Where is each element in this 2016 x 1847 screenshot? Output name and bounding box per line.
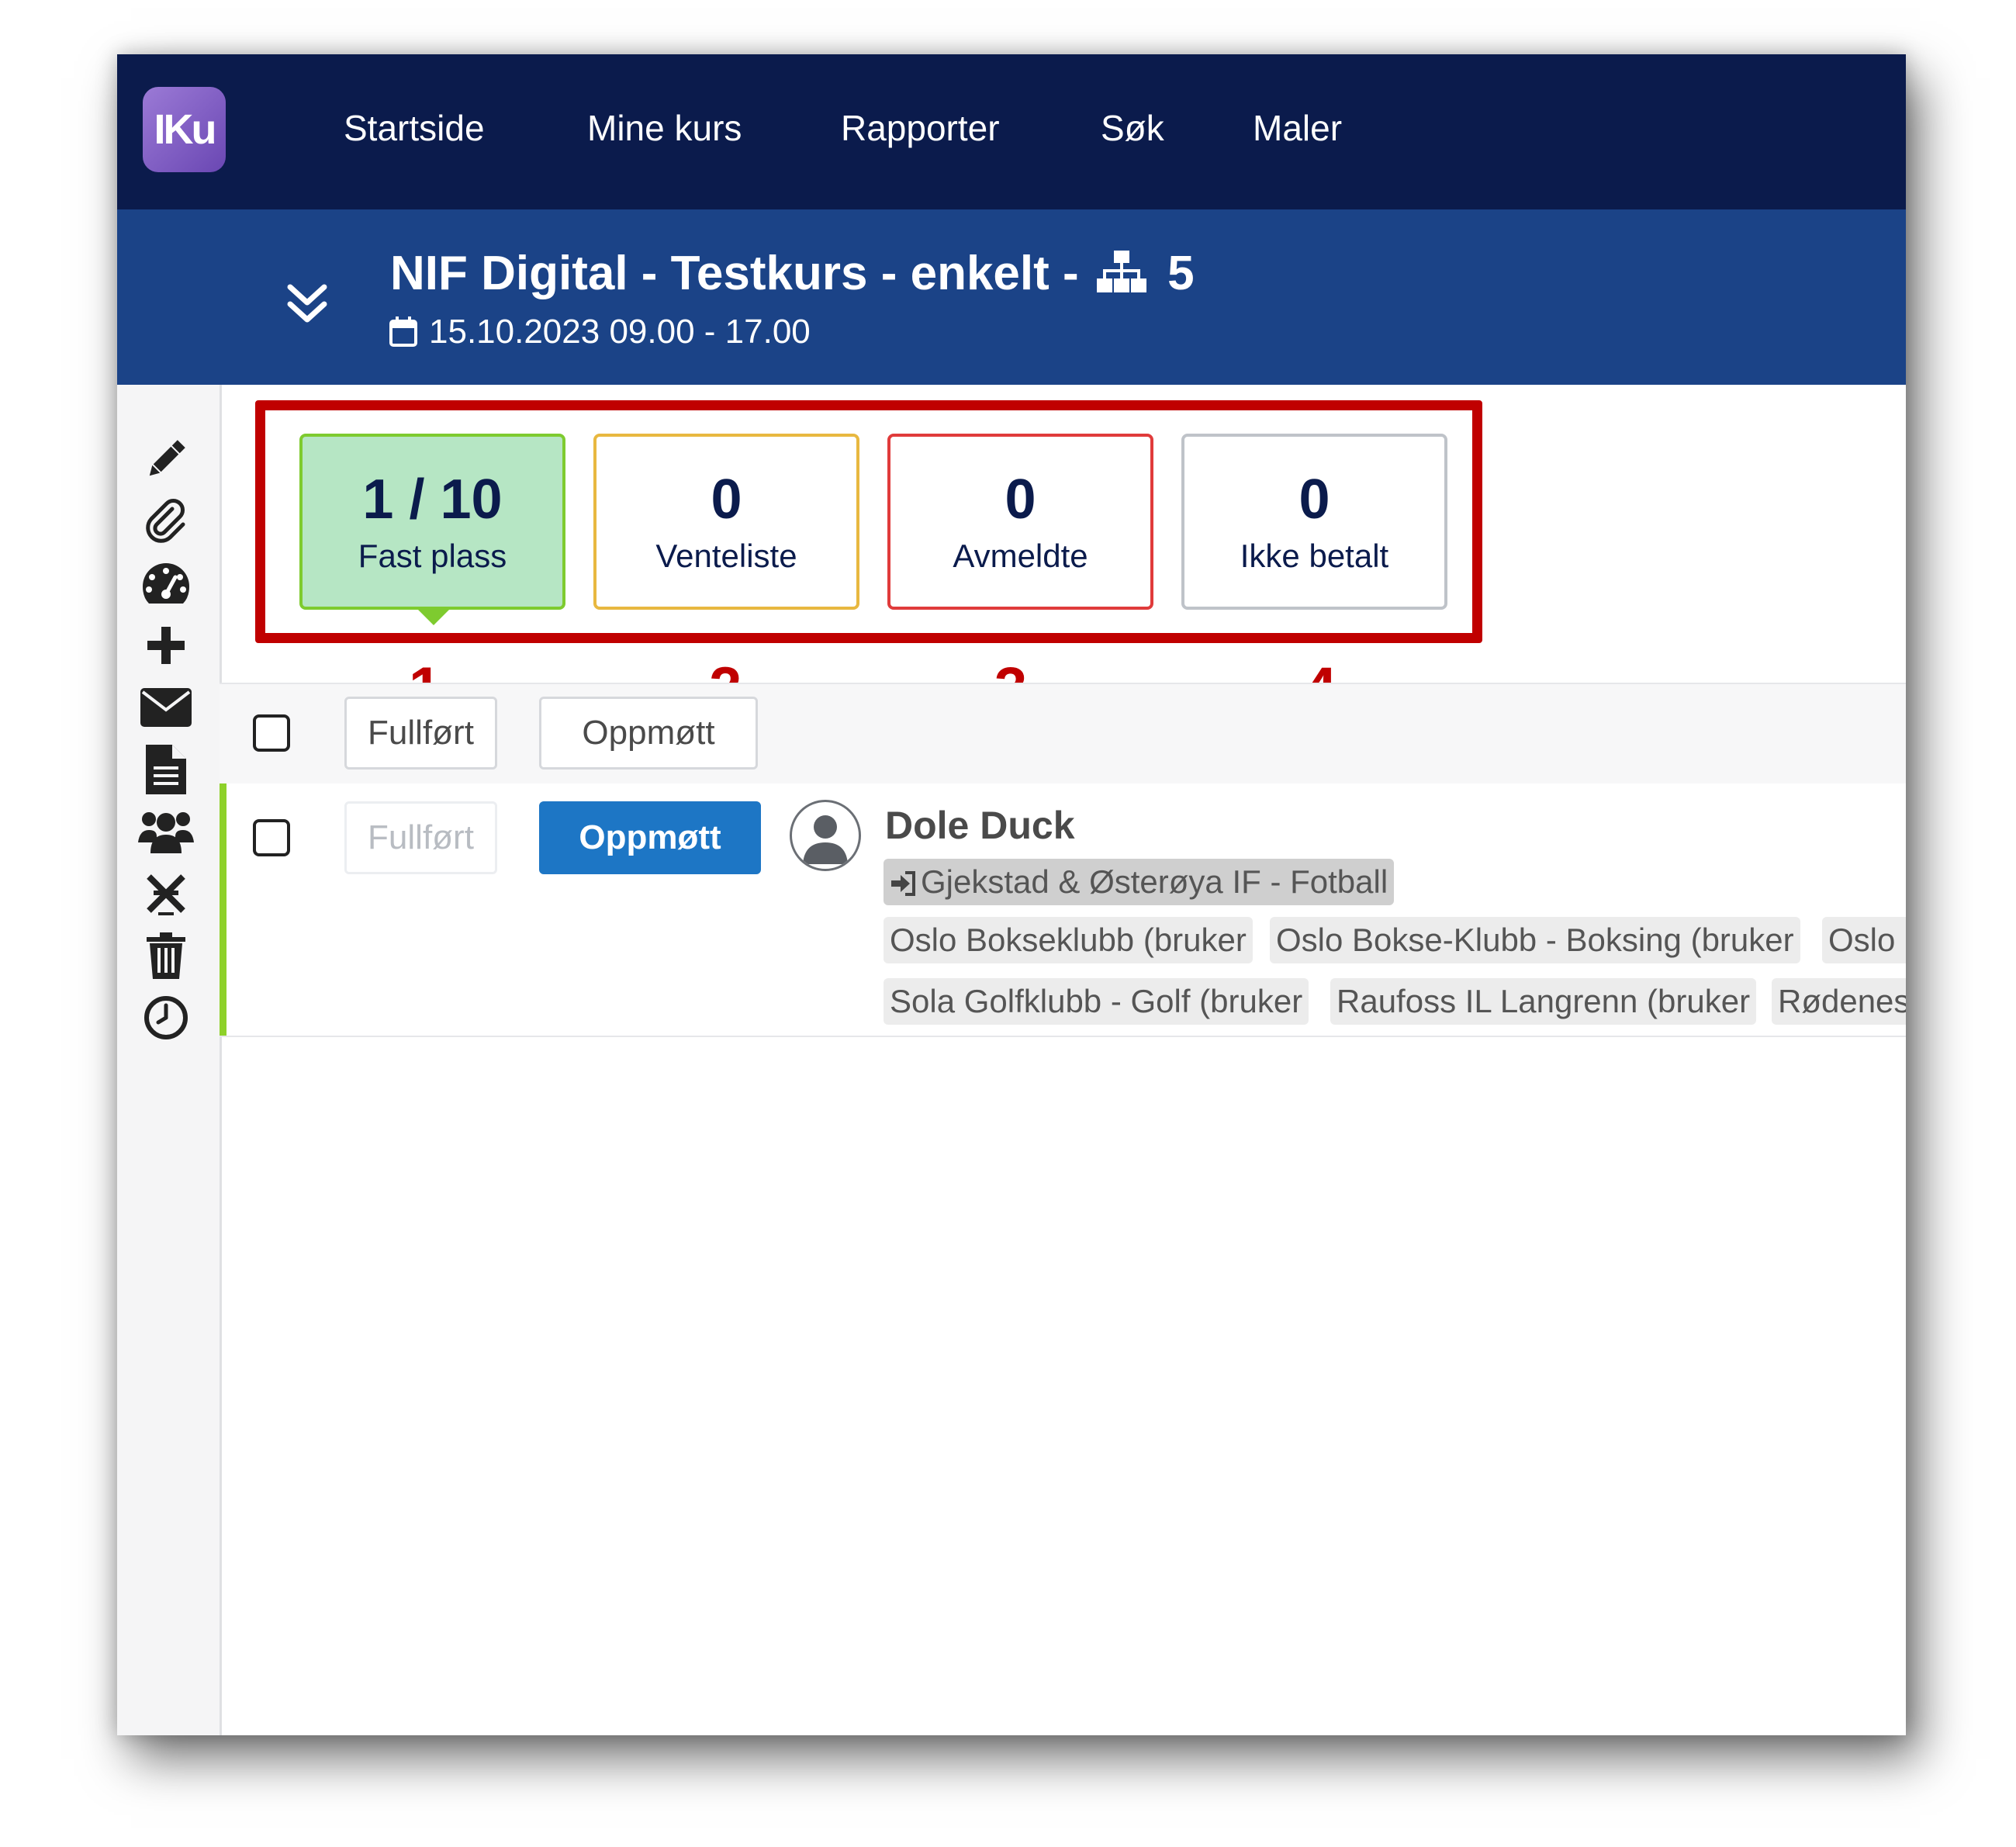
app-window: IKu Startside Mine kurs Rapporter Søk Ma… [117, 54, 1906, 1735]
dashboard-icon[interactable] [138, 555, 194, 611]
pencil-icon[interactable] [138, 431, 194, 487]
participant-attended-button[interactable]: Oppmøtt [539, 801, 761, 874]
nav-maler[interactable]: Maler [1253, 105, 1342, 151]
user-icon [803, 815, 848, 864]
cancel-icon[interactable] [138, 866, 194, 922]
trash-icon[interactable] [138, 928, 194, 984]
course-date: 15.10.2023 09.00 - 17.00 [389, 310, 811, 354]
nav-sok[interactable]: Søk [1101, 105, 1164, 151]
avatar[interactable] [790, 800, 861, 871]
plus-icon[interactable] [138, 617, 194, 673]
document-icon[interactable] [138, 742, 194, 797]
stat-label: Avmeldte [953, 538, 1088, 574]
stat-label: Venteliste [655, 538, 797, 574]
stat-value: 0 [1298, 469, 1330, 531]
course-date-text: 15.10.2023 09.00 - 17.00 [429, 313, 811, 351]
stat-ikke-betalt[interactable]: 0 Ikke betalt [1181, 434, 1447, 610]
club-tag: Raufoss IL Langrenn (bruker [1330, 978, 1757, 1025]
participant-checkbox[interactable] [253, 819, 290, 856]
sitemap-icon [1096, 251, 1146, 292]
active-tab-pointer [417, 608, 451, 625]
nav-rapporter[interactable]: Rapporter [841, 105, 1000, 151]
stat-label: Ikke betalt [1240, 538, 1389, 574]
nav-mine-kurs[interactable]: Mine kurs [587, 105, 742, 151]
nav-startside[interactable]: Startside [344, 105, 485, 151]
stat-avmeldte[interactable]: 0 Avmeldte [887, 434, 1153, 610]
calendar-icon [389, 316, 417, 347]
stat-value: 0 [1005, 469, 1036, 531]
bulk-attended-button[interactable]: Oppmøtt [539, 697, 758, 770]
select-all-checkbox[interactable] [253, 714, 290, 752]
club-tag: Oslo Bokseklubb (bruker [884, 917, 1253, 963]
club-tag: Sola Golfklubb - Golf (bruker [884, 978, 1309, 1025]
main-club-tag: Gjekstad & Østerøya IF - Fotball [884, 859, 1395, 905]
double-chevron-down-icon[interactable] [284, 279, 330, 326]
row-status-accent [220, 783, 226, 1036]
stat-fast-plass[interactable]: 1 / 10 Fast plass [299, 434, 565, 610]
paperclip-icon[interactable] [138, 493, 194, 549]
club-tag: Oslo I [1822, 917, 1906, 963]
course-title: NIF Digital - Testkurs - enkelt - 5 [390, 244, 1195, 303]
bulk-completed-button[interactable]: Fullført [344, 697, 497, 770]
sign-in-icon [891, 871, 915, 896]
stat-label: Fast plass [358, 538, 507, 574]
envelope-icon[interactable] [138, 680, 194, 735]
stat-value: 1 / 10 [362, 469, 503, 531]
stat-venteliste[interactable]: 0 Venteliste [593, 434, 859, 610]
participant-completed-button[interactable]: Fullført [344, 801, 497, 874]
users-icon[interactable] [138, 804, 194, 860]
participant-name[interactable]: Dole Duck [885, 801, 1075, 850]
sidebar [117, 385, 222, 1735]
club-tag: Oslo Bokse-Klubb - Boksing (bruker [1270, 917, 1800, 963]
app-logo[interactable]: IKu [143, 87, 226, 172]
top-navigation: IKu Startside Mine kurs Rapporter Søk Ma… [117, 54, 1906, 209]
clock-icon[interactable] [138, 990, 194, 1046]
course-title-text: NIF Digital - Testkurs - enkelt - [390, 247, 1079, 300]
course-org-count: 5 [1167, 247, 1195, 300]
main-club-label: Gjekstad & Østerøya IF - Fotball [921, 863, 1388, 900]
club-tag: Rødenes [1772, 978, 1906, 1025]
stat-value: 0 [711, 469, 742, 531]
